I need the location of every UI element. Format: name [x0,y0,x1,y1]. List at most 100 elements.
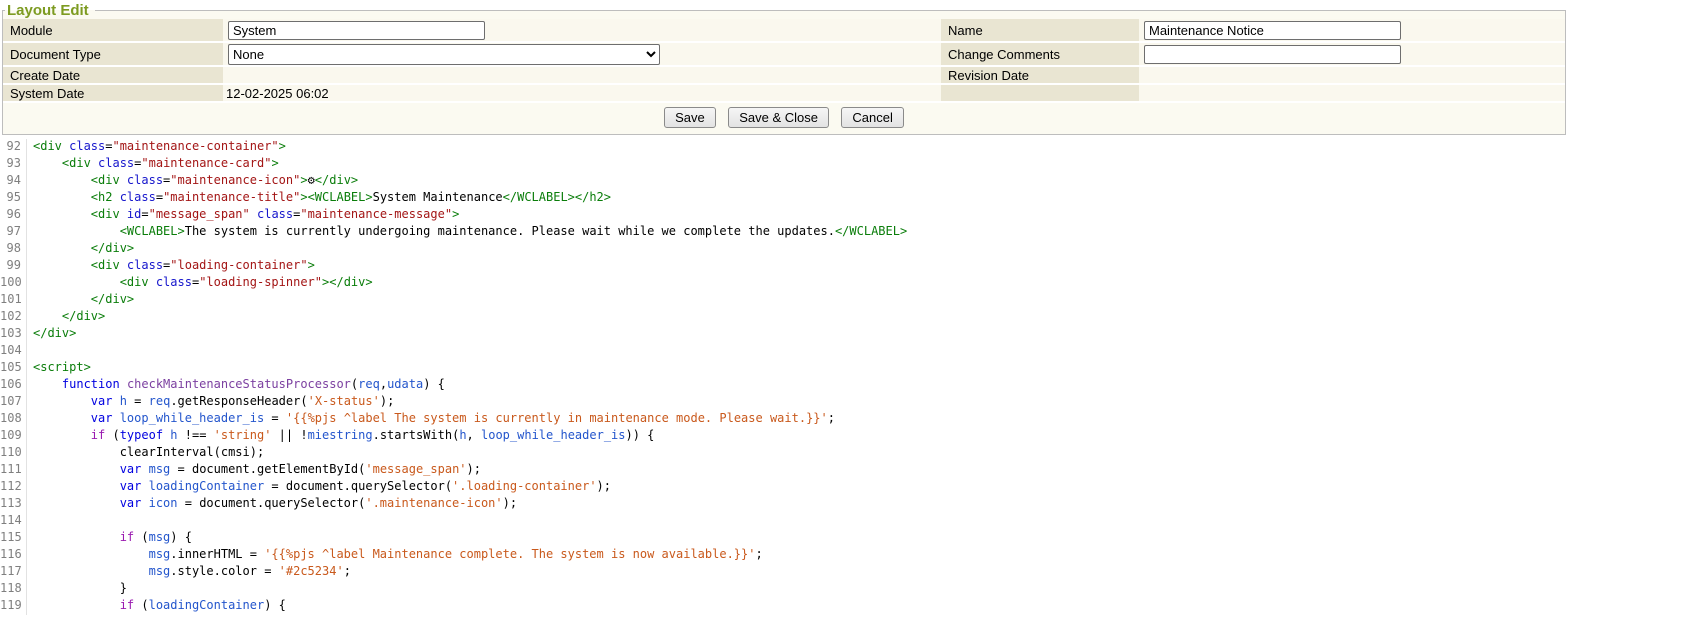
line-number: 114 [0,513,27,530]
code-line-content: <div class="maintenance-icon">⚙</div> [27,173,358,190]
line-number: 97 [0,224,27,241]
code-line: 94 <div class="maintenance-icon">⚙</div> [0,173,1706,190]
line-number: 112 [0,479,27,496]
code-line-content: msg.innerHTML = '{{%pjs ^label Maintenan… [27,547,763,564]
code-line: 109 if (typeof h !== 'string' || !miestr… [0,428,1706,445]
page-title: Layout Edit [5,2,95,19]
code-line: 104 [0,343,1706,360]
code-line-content [27,513,33,530]
empty-value-cell [1139,85,1565,103]
layout-edit-form: Module Name Document Type None Change Co… [3,19,1565,103]
line-number: 113 [0,496,27,513]
code-line: 93 <div class="maintenance-card"> [0,156,1706,173]
save-button[interactable]: Save [664,107,716,128]
cancel-button[interactable]: Cancel [841,107,903,128]
code-line-content: <div class="loading-spinner"></div> [27,275,373,292]
code-line-content: if (msg) { [27,530,192,547]
code-line-content: </div> [27,292,134,309]
code-line-content: var icon = document.querySelector('.main… [27,496,517,513]
code-line: 95 <h2 class="maintenance-title"><WCLABE… [0,190,1706,207]
code-line: 107 var h = req.getResponseHeader('X-sta… [0,394,1706,411]
line-number: 100 [0,275,27,292]
code-line-content: <div class="maintenance-container"> [27,139,286,156]
code-line: 97 <WCLABEL>The system is currently unde… [0,224,1706,241]
system-date-value: 12-02-2025 06:02 [223,85,941,103]
code-line-content: function checkMaintenanceStatusProcessor… [27,377,445,394]
create-date-label: Create Date [3,67,223,85]
line-number: 106 [0,377,27,394]
code-line-content: var loop_while_header_is = '{{%pjs ^labe… [27,411,835,428]
line-number: 102 [0,309,27,326]
line-number: 103 [0,326,27,343]
document-type-label: Document Type [3,43,223,67]
line-number: 107 [0,394,27,411]
code-line-content: clearInterval(cmsi); [27,445,264,462]
code-line: 106 function checkMaintenanceStatusProce… [0,377,1706,394]
code-line-content: } [27,581,127,598]
code-line-content: </div> [27,326,76,343]
layout-edit-panel: Layout Edit Module Name Document Type No… [2,2,1566,135]
create-date-value [223,67,941,85]
code-line-content: var h = req.getResponseHeader('X-status'… [27,394,394,411]
line-number: 93 [0,156,27,173]
line-number: 92 [0,139,27,156]
code-line-content: <div class="maintenance-card"> [27,156,279,173]
module-label: Module [3,19,223,43]
line-number: 96 [0,207,27,224]
line-number: 109 [0,428,27,445]
line-number: 95 [0,190,27,207]
empty-label-cell [941,85,1139,103]
code-line: 98 </div> [0,241,1706,258]
line-number: 119 [0,598,27,615]
code-line: 116 msg.innerHTML = '{{%pjs ^label Maint… [0,547,1706,564]
line-number: 108 [0,411,27,428]
code-line: 101 </div> [0,292,1706,309]
line-number: 116 [0,547,27,564]
system-date-label: System Date [3,85,223,103]
name-label: Name [941,19,1139,43]
form-actions: Save Save & Close Cancel [3,103,1565,134]
code-line-content: <WCLABEL>The system is currently undergo… [27,224,907,241]
revision-date-label: Revision Date [941,67,1139,85]
code-line-content: <h2 class="maintenance-title"><WCLABEL>S… [27,190,611,207]
module-input[interactable] [228,21,485,40]
code-line-content: msg.style.color = '#2c5234'; [27,564,351,581]
code-line-content: if (typeof h !== 'string' || !miestring.… [27,428,654,445]
code-line-content: </div> [27,309,105,326]
code-line: 117 msg.style.color = '#2c5234'; [0,564,1706,581]
line-number: 101 [0,292,27,309]
line-number: 110 [0,445,27,462]
code-line: 114 [0,513,1706,530]
code-line: 102 </div> [0,309,1706,326]
code-line: 118 } [0,581,1706,598]
code-line: 115 if (msg) { [0,530,1706,547]
line-number: 98 [0,241,27,258]
code-line: 110 clearInterval(cmsi); [0,445,1706,462]
save-and-close-button[interactable]: Save & Close [728,107,829,128]
code-line-content: <script> [27,360,91,377]
code-line: 113 var icon = document.querySelector('.… [0,496,1706,513]
code-line: 96 <div id="message_span" class="mainten… [0,207,1706,224]
code-line-content: <div class="loading-container"> [27,258,315,275]
name-input[interactable] [1144,21,1401,40]
code-line: 105<script> [0,360,1706,377]
code-line: 92<div class="maintenance-container"> [0,139,1706,156]
code-line: 112 var loadingContainer = document.quer… [0,479,1706,496]
code-line: 100 <div class="loading-spinner"></div> [0,275,1706,292]
line-number: 115 [0,530,27,547]
line-number: 111 [0,462,27,479]
code-line-content [27,343,33,360]
code-editor[interactable]: 92<div class="maintenance-container">93 … [0,135,1706,617]
change-comments-input[interactable] [1144,45,1401,64]
document-type-select[interactable]: None [228,44,660,65]
change-comments-label: Change Comments [941,43,1139,67]
line-number: 118 [0,581,27,598]
revision-date-value [1139,67,1565,85]
code-line: 119 if (loadingContainer) { [0,598,1706,615]
code-line-content: var loadingContainer = document.querySel… [27,479,611,496]
line-number: 117 [0,564,27,581]
line-number: 94 [0,173,27,190]
code-line: 108 var loop_while_header_is = '{{%pjs ^… [0,411,1706,428]
code-line: 111 var msg = document.getElementById('m… [0,462,1706,479]
code-line: 103</div> [0,326,1706,343]
